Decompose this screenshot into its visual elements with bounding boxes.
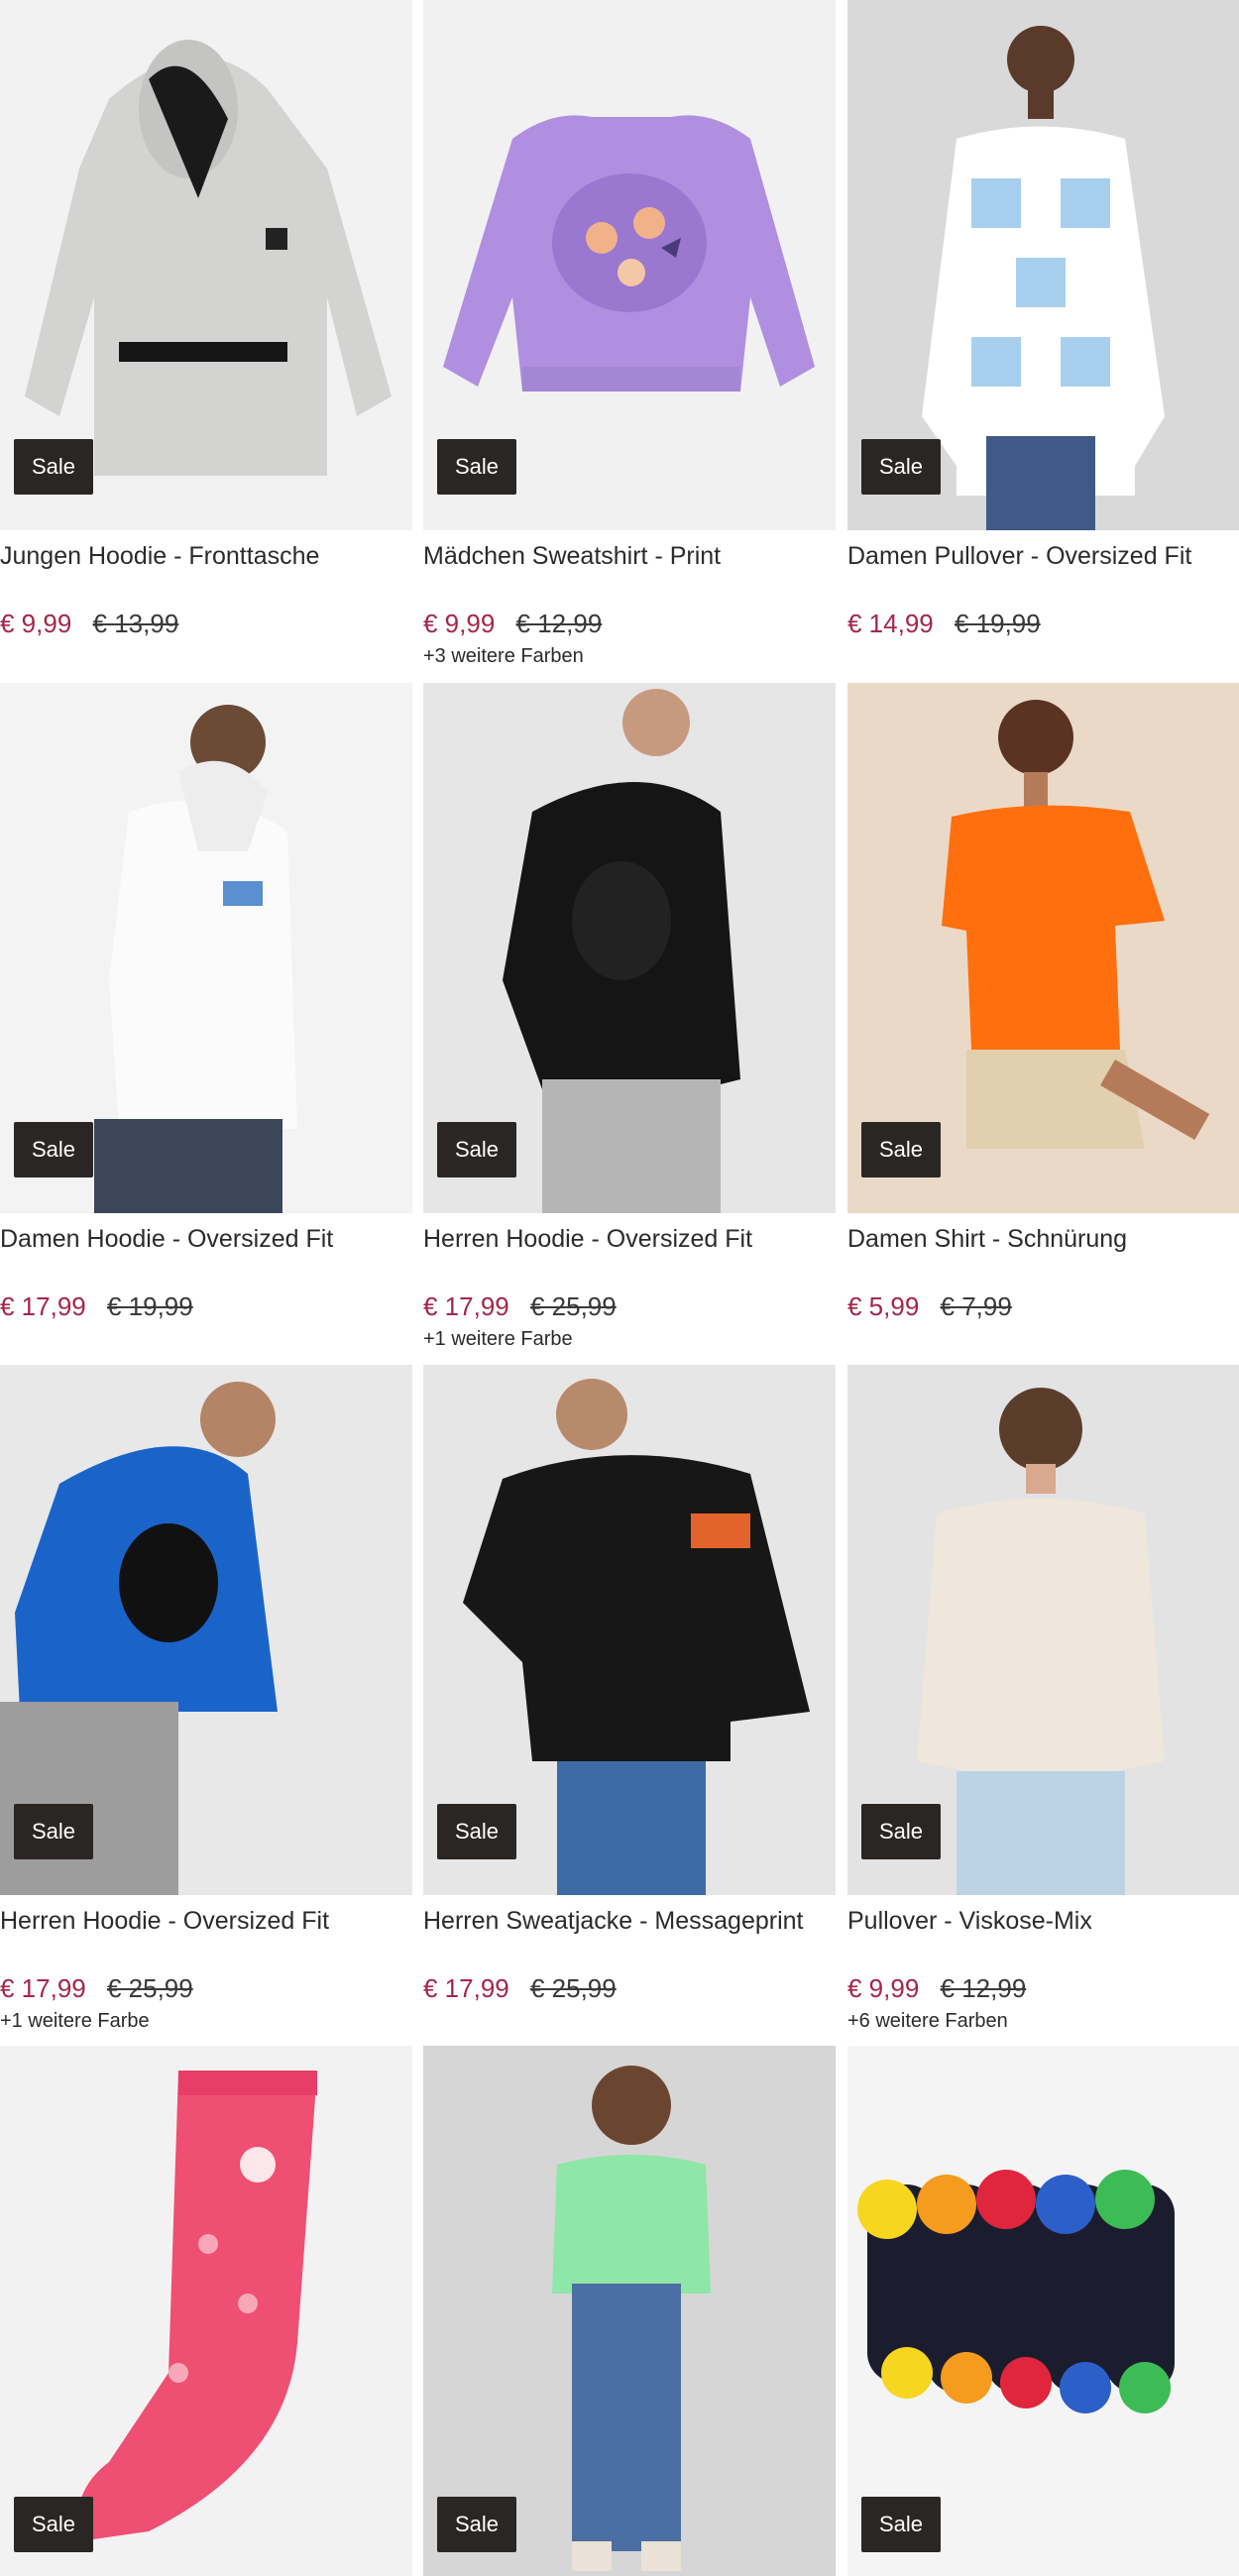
price-row: € 17,99 € 19,99 (0, 1290, 412, 1322)
product-image[interactable]: Sale (423, 1365, 836, 1895)
product-card[interactable]: Sale Damen Shirt - Schnürung € 5,99 € 7,… (847, 683, 1239, 1322)
sale-badge: Sale (861, 1804, 941, 1859)
price-row: € 17,99 € 25,99 (423, 1972, 836, 2004)
sale-badge: Sale (14, 2497, 93, 2552)
product-card[interactable]: Sale Herren Sweatjacke - Messageprint € … (423, 1365, 836, 2004)
more-colors-link[interactable]: +6 weitere Farben (847, 2008, 1239, 2034)
product-title[interactable]: Mädchen Sweatshirt - Print (423, 540, 836, 572)
old-price: € 19,99 (954, 609, 1041, 638)
current-price: € 17,99 (423, 1973, 509, 2003)
current-price: € 9,99 (423, 609, 496, 638)
current-price: € 14,99 (847, 609, 934, 638)
price-row: € 5,99 € 7,99 (847, 1290, 1239, 1322)
price-row: € 9,99 € 13,99 (0, 608, 412, 639)
sale-badge: Sale (437, 1122, 516, 1177)
product-image[interactable]: Sale (423, 683, 836, 1213)
product-card[interactable]: Sale (0, 2046, 412, 2576)
old-price: € 12,99 (515, 609, 603, 638)
product-title[interactable]: Damen Hoodie - Oversized Fit (0, 1223, 412, 1255)
product-card[interactable]: Sale Mädchen Sweatshirt - Print € 9,99 €… (423, 0, 836, 669)
product-image[interactable]: Sale (0, 2046, 412, 2576)
old-price: € 25,99 (529, 1291, 617, 1321)
product-title[interactable]: Herren Hoodie - Oversized Fit (423, 1223, 836, 1255)
product-image[interactable]: Sale (847, 2046, 1239, 2576)
product-title[interactable]: Jungen Hoodie - Fronttasche (0, 540, 412, 572)
sale-badge: Sale (437, 1804, 516, 1859)
sale-badge: Sale (437, 439, 516, 495)
sale-badge: Sale (14, 439, 93, 495)
product-grid: Sale Jungen Hoodie - Fronttasche € 9,99 … (0, 0, 1239, 2576)
old-price: € 25,99 (106, 1973, 193, 2003)
product-image[interactable]: Sale (423, 2046, 836, 2576)
product-card[interactable]: Sale Herren Hoodie - Oversized Fit € 17,… (423, 683, 836, 1352)
product-image[interactable]: Sale (423, 0, 836, 530)
product-card[interactable]: Sale Damen Pullover - Oversized Fit € 14… (847, 0, 1239, 639)
sale-badge: Sale (14, 1122, 93, 1177)
product-image[interactable]: Sale (847, 683, 1239, 1213)
current-price: € 17,99 (0, 1291, 86, 1321)
sale-badge: Sale (437, 2497, 516, 2552)
current-price: € 9,99 (847, 1973, 920, 2003)
price-row: € 17,99 € 25,99 (423, 1290, 836, 1322)
product-card[interactable]: Sale Damen Hoodie - Oversized Fit € 17,9… (0, 683, 412, 1322)
product-image[interactable]: Sale (847, 1365, 1239, 1895)
current-price: € 5,99 (847, 1291, 920, 1321)
old-price: € 12,99 (940, 1973, 1027, 2003)
price-row: € 14,99 € 19,99 (847, 608, 1239, 639)
product-title[interactable]: Damen Pullover - Oversized Fit (847, 540, 1239, 572)
product-image[interactable]: Sale (0, 1365, 412, 1895)
price-row: € 17,99 € 25,99 (0, 1972, 412, 2004)
product-card[interactable]: Sale Pullover - Viskose-Mix € 9,99 € 12,… (847, 1365, 1239, 2034)
sale-badge: Sale (861, 2497, 941, 2552)
sale-badge: Sale (861, 1122, 941, 1177)
product-image[interactable]: Sale (0, 0, 412, 530)
old-price: € 19,99 (106, 1291, 193, 1321)
product-image[interactable]: Sale (0, 683, 412, 1213)
current-price: € 17,99 (423, 1291, 509, 1321)
current-price: € 9,99 (0, 609, 72, 638)
product-card[interactable]: Sale (847, 2046, 1239, 2576)
price-row: € 9,99 € 12,99 (423, 608, 836, 639)
old-price: € 25,99 (529, 1973, 617, 2003)
more-colors-link[interactable]: +3 weitere Farben (423, 643, 836, 669)
sale-badge: Sale (861, 439, 941, 495)
sale-badge: Sale (14, 1804, 93, 1859)
product-card[interactable]: Sale (423, 2046, 836, 2576)
product-image[interactable]: Sale (847, 0, 1239, 530)
product-title[interactable]: Herren Hoodie - Oversized Fit (0, 1905, 412, 1937)
product-title[interactable]: Herren Sweatjacke - Messageprint (423, 1905, 836, 1937)
old-price: € 13,99 (92, 609, 179, 638)
more-colors-link[interactable]: +1 weitere Farbe (423, 1326, 836, 1352)
product-card[interactable]: Sale Herren Hoodie - Oversized Fit € 17,… (0, 1365, 412, 2034)
product-card[interactable]: Sale Jungen Hoodie - Fronttasche € 9,99 … (0, 0, 412, 639)
current-price: € 17,99 (0, 1973, 86, 2003)
more-colors-link[interactable]: +1 weitere Farbe (0, 2008, 412, 2034)
old-price: € 7,99 (940, 1291, 1012, 1321)
product-title[interactable]: Pullover - Viskose-Mix (847, 1905, 1239, 1937)
product-title[interactable]: Damen Shirt - Schnürung (847, 1223, 1239, 1255)
price-row: € 9,99 € 12,99 (847, 1972, 1239, 2004)
